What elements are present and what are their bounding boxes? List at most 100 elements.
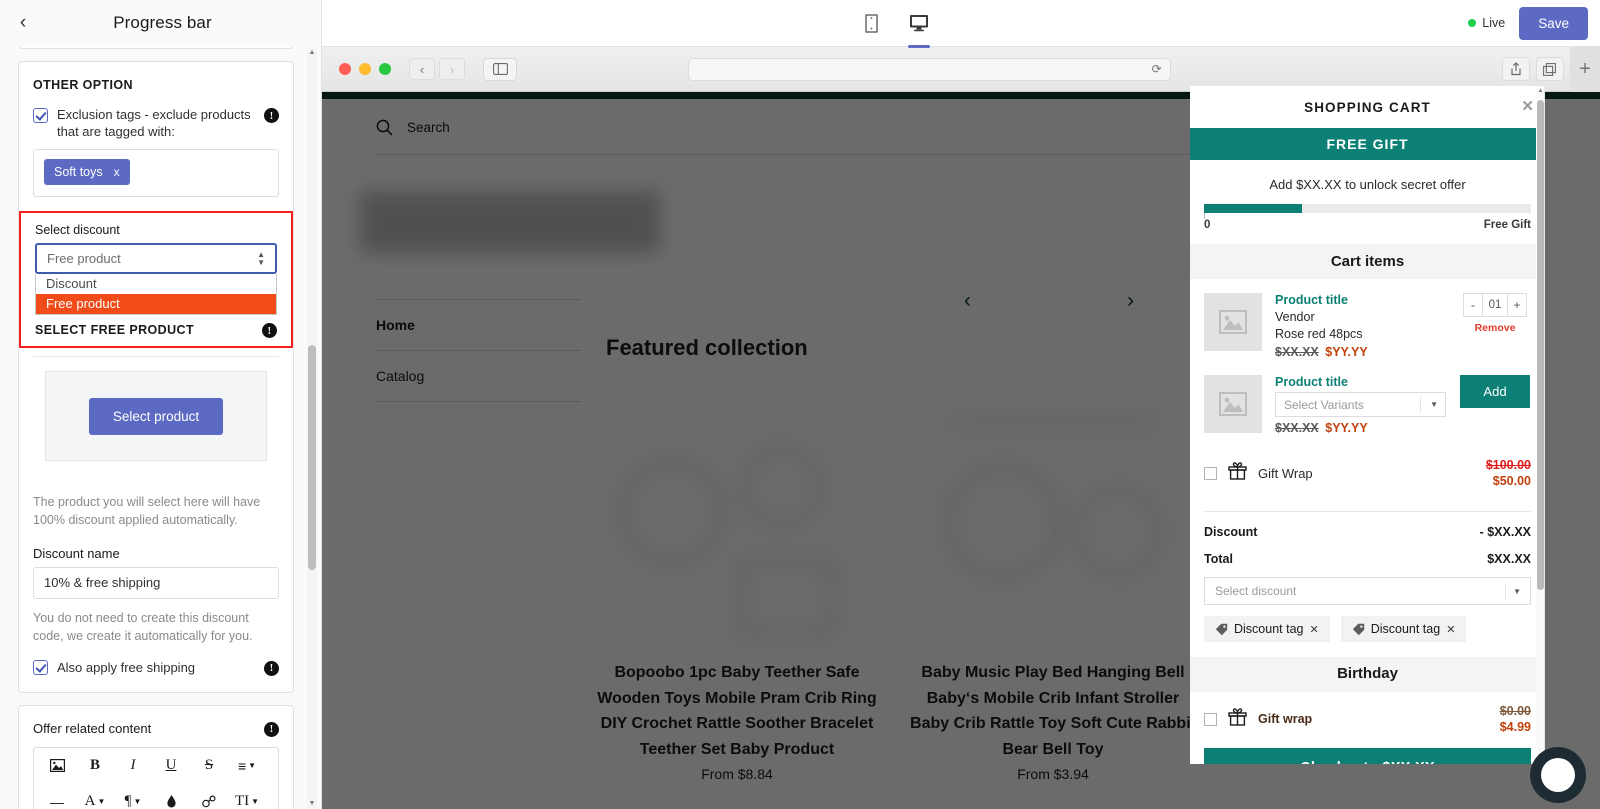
birthday-gift-wrap-old-price: $0.00 bbox=[1499, 704, 1531, 718]
cart-discount-select[interactable]: Select discount ▼ bbox=[1204, 577, 1531, 605]
font-color-icon[interactable]: A ▼ bbox=[76, 789, 114, 809]
add-to-cart-button[interactable]: Add bbox=[1460, 375, 1530, 408]
product-image bbox=[908, 392, 1198, 660]
address-bar[interactable]: ⟳ bbox=[687, 57, 1171, 81]
scroll-up-arrow-icon[interactable]: ▲ bbox=[308, 49, 316, 56]
bold-icon[interactable]: B bbox=[76, 753, 114, 779]
minimize-window-icon[interactable] bbox=[359, 63, 371, 75]
mobile-preview-button[interactable] bbox=[856, 7, 886, 39]
select-option-discount[interactable]: Discount bbox=[36, 274, 276, 294]
reload-icon[interactable]: ⟳ bbox=[1152, 62, 1162, 76]
cart-item-title[interactable]: Product title bbox=[1275, 375, 1446, 389]
remove-tag-icon[interactable]: ✕ bbox=[1446, 623, 1455, 636]
birthday-section-header: Birthday bbox=[1190, 657, 1545, 692]
search-icon bbox=[376, 119, 393, 136]
birthday-gift-wrap-checkbox[interactable] bbox=[1204, 712, 1217, 726]
discount-value: - $XX.XX bbox=[1479, 525, 1531, 539]
carousel-prev-button[interactable]: ‹ bbox=[964, 289, 971, 313]
cart-discount-placeholder: Select discount bbox=[1215, 584, 1297, 598]
italic-icon[interactable]: I bbox=[114, 753, 152, 779]
tab-overview-button[interactable] bbox=[1535, 57, 1564, 81]
text-size-icon[interactable]: TI ▼ bbox=[228, 789, 266, 809]
discount-tag-chip[interactable]: Discount tag ✕ bbox=[1204, 616, 1330, 642]
desktop-preview-button[interactable] bbox=[904, 7, 934, 39]
gift-wrap-prices: $100.00 $50.00 bbox=[1486, 457, 1531, 489]
discount-tag-chip[interactable]: Discount tag ✕ bbox=[1340, 616, 1467, 642]
scroll-up-arrow-icon[interactable]: ▲ bbox=[1537, 88, 1544, 94]
quantity-value[interactable]: 01 bbox=[1482, 294, 1508, 316]
discount-name-input[interactable]: 10% & free shipping bbox=[33, 566, 279, 599]
cart-item-old-price: $XX.XX bbox=[1275, 421, 1319, 435]
insert-image-icon[interactable] bbox=[38, 753, 76, 779]
select-discount-dropdown[interactable]: Free product ▲ ▼ bbox=[35, 243, 277, 275]
chevron-down-icon: ▼ bbox=[97, 797, 106, 807]
select-product-button[interactable]: Select product bbox=[88, 397, 224, 435]
carousel-next-button[interactable]: › bbox=[1127, 289, 1134, 313]
sidebar-scrollbar[interactable]: ▲ ▼ bbox=[307, 47, 317, 809]
exclusion-tags-checkbox[interactable] bbox=[33, 108, 48, 123]
product-picker: Select product bbox=[33, 356, 279, 475]
gift-wrap-row: Gift Wrap $100.00 $50.00 bbox=[1190, 435, 1545, 489]
product-name: Baby Music Play Bed Hanging Bell Baby‘s … bbox=[910, 664, 1196, 758]
sidebar-scrollbar-thumb[interactable] bbox=[308, 345, 316, 570]
sidebar-toggle-button[interactable] bbox=[483, 57, 517, 81]
maximize-window-icon[interactable] bbox=[379, 63, 391, 75]
progress-bar-wrap: 0 Free Gift bbox=[1204, 204, 1531, 231]
progress-bar-fill bbox=[1204, 204, 1303, 213]
store-search-placeholder: Search bbox=[407, 120, 450, 135]
save-button[interactable]: Save bbox=[1519, 6, 1588, 40]
cart-item-title[interactable]: Product title bbox=[1275, 293, 1446, 307]
settings-sidebar: OTHER OPTION Exclusion tags - exclude pr… bbox=[0, 47, 322, 809]
browser-forward-button[interactable]: › bbox=[439, 58, 465, 80]
highlight-icon[interactable] bbox=[152, 789, 190, 809]
offer-related-content-info-icon[interactable]: ! bbox=[264, 721, 279, 737]
quantity-decrease-button[interactable]: - bbox=[1464, 294, 1482, 316]
cart-item-details: Product title Select Variants ▼ $XX.XX $… bbox=[1275, 375, 1446, 435]
variant-select[interactable]: Select Variants ▼ bbox=[1275, 392, 1446, 417]
close-window-icon[interactable] bbox=[339, 63, 351, 75]
progress-end-label: Free Gift bbox=[1483, 219, 1531, 231]
status-badge: Live bbox=[1468, 16, 1505, 30]
free-shipping-checkbox[interactable] bbox=[33, 659, 48, 675]
store-nav-item-catalog[interactable]: Catalog bbox=[376, 351, 581, 402]
drawer-edge bbox=[1544, 86, 1545, 764]
store-nav-item-home[interactable]: Home bbox=[376, 299, 581, 351]
discount-summary-row: Discount - $XX.XX bbox=[1190, 512, 1545, 539]
discount-tags-row: Discount tag ✕ Discount tag ✕ bbox=[1190, 605, 1545, 642]
remove-item-link[interactable]: Remove bbox=[1459, 322, 1531, 334]
exclusion-tags-info-icon[interactable]: ! bbox=[264, 108, 279, 123]
remove-tag-icon[interactable]: ✕ bbox=[1309, 623, 1318, 636]
chat-bubble-inner bbox=[1541, 758, 1575, 792]
cart-scrollbar-thumb[interactable] bbox=[1537, 100, 1544, 590]
scroll-down-arrow-icon[interactable]: ▼ bbox=[308, 800, 316, 807]
link-icon[interactable] bbox=[190, 789, 228, 809]
featured-collection-title: Featured collection bbox=[606, 335, 808, 360]
chat-bubble-icon[interactable] bbox=[1530, 747, 1586, 803]
horizontal-rule-icon[interactable]: — bbox=[38, 789, 76, 809]
offer-related-content-card: Offer related content ! B I U S ≡ ▼ — A … bbox=[18, 704, 294, 809]
new-tab-button[interactable]: + bbox=[1569, 46, 1600, 92]
paragraph-icon[interactable]: ¶ ▼ bbox=[114, 789, 152, 809]
tag-chip-soft-toys[interactable]: Soft toys x bbox=[44, 159, 130, 186]
quantity-increase-button[interactable]: + bbox=[1508, 294, 1526, 316]
align-icon[interactable]: ≡ ▼ bbox=[228, 753, 266, 779]
gift-wrap-new-price: $50.00 bbox=[1492, 474, 1531, 488]
close-icon[interactable]: ✕ bbox=[1521, 97, 1535, 115]
select-free-product-info-icon[interactable]: ! bbox=[262, 323, 277, 339]
product-card[interactable]: Bopoobo 1pc Baby Teether Safe Wooden Toy… bbox=[592, 392, 882, 782]
back-button[interactable]: ‹ bbox=[0, 0, 46, 47]
gift-wrap-checkbox[interactable] bbox=[1204, 466, 1217, 480]
product-card[interactable]: Baby Music Play Bed Hanging Bell Baby‘s … bbox=[908, 392, 1198, 782]
free-shipping-info-icon[interactable]: ! bbox=[264, 660, 279, 676]
offer-related-content-header: Offer related content ! bbox=[19, 706, 293, 747]
exclusion-tags-input[interactable]: Soft toys x bbox=[33, 149, 279, 198]
checkout-button[interactable]: Checkout - $XX.XX bbox=[1204, 748, 1531, 764]
select-option-free-product[interactable]: Free product bbox=[36, 294, 276, 315]
strikethrough-icon[interactable]: S bbox=[190, 753, 228, 779]
underline-icon[interactable]: U bbox=[152, 753, 190, 779]
tag-chip-remove-icon[interactable]: x bbox=[114, 165, 120, 179]
cart-item-new-price: $YY.YY bbox=[1325, 421, 1368, 435]
browser-back-button[interactable]: ‹ bbox=[409, 58, 435, 80]
cart-header: SHOPPING CART ✕ bbox=[1190, 86, 1545, 128]
share-button[interactable] bbox=[1501, 57, 1530, 81]
